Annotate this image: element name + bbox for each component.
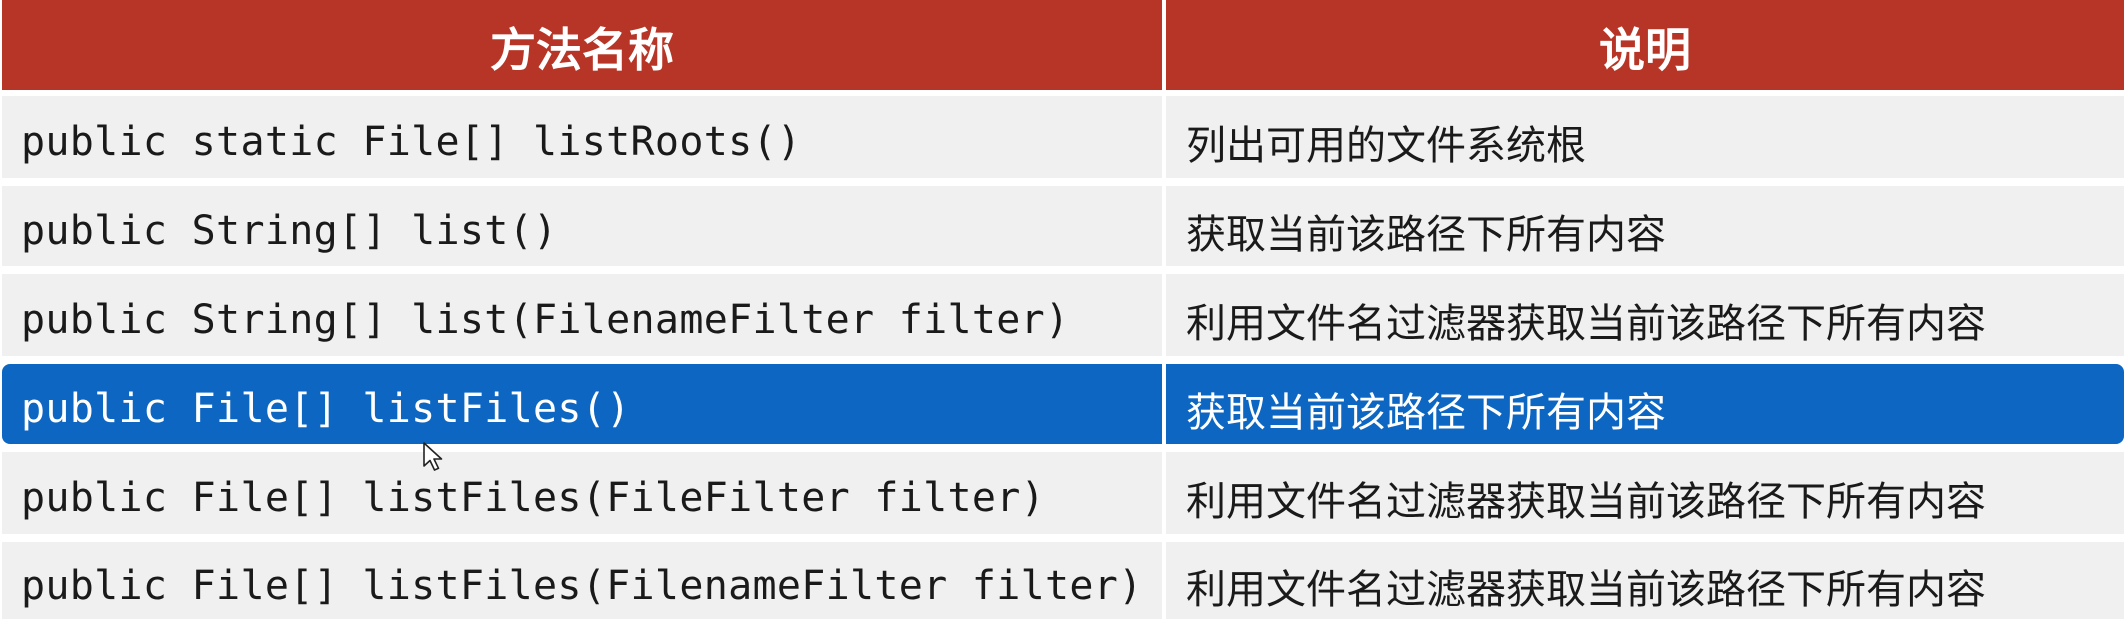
- method-description[interactable]: 利用文件名过滤器获取当前该路径下所有内容: [1166, 274, 2124, 356]
- header-method-name[interactable]: 方法名称: [2, 0, 1162, 90]
- header-description[interactable]: 说明: [1166, 0, 2124, 90]
- method-signature[interactable]: public File[] listFiles(): [2, 364, 1162, 444]
- method-signature[interactable]: public String[] list(): [2, 186, 1162, 266]
- method-signature[interactable]: public File[] listFiles(FileFilter filte…: [2, 452, 1162, 534]
- method-table: 方法名称 说明 public static File[] listRoots()…: [0, 0, 2126, 619]
- table-row[interactable]: public File[] listFiles(FilenameFilter f…: [2, 542, 2124, 619]
- table-row[interactable]: public static File[] listRoots() 列出可用的文件…: [2, 96, 2124, 178]
- method-description[interactable]: 利用文件名过滤器获取当前该路径下所有内容: [1166, 452, 2124, 534]
- method-description[interactable]: 利用文件名过滤器获取当前该路径下所有内容: [1166, 542, 2124, 619]
- table-row-selected[interactable]: public File[] listFiles() 获取当前该路径下所有内容: [2, 364, 2124, 444]
- method-signature[interactable]: public String[] list(FilenameFilter filt…: [2, 274, 1162, 356]
- method-signature[interactable]: public File[] listFiles(FilenameFilter f…: [2, 542, 1162, 619]
- table-row[interactable]: public File[] listFiles(FileFilter filte…: [2, 452, 2124, 534]
- table-row[interactable]: public String[] list(FilenameFilter filt…: [2, 274, 2124, 356]
- mouse-pointer-icon: [423, 442, 443, 471]
- method-description[interactable]: 获取当前该路径下所有内容: [1166, 186, 2124, 266]
- table-header: 方法名称 说明: [2, 0, 2124, 90]
- method-description[interactable]: 列出可用的文件系统根: [1166, 96, 2124, 178]
- table-row[interactable]: public String[] list() 获取当前该路径下所有内容: [2, 186, 2124, 266]
- method-signature[interactable]: public static File[] listRoots(): [2, 96, 1162, 178]
- method-description[interactable]: 获取当前该路径下所有内容: [1166, 364, 2124, 444]
